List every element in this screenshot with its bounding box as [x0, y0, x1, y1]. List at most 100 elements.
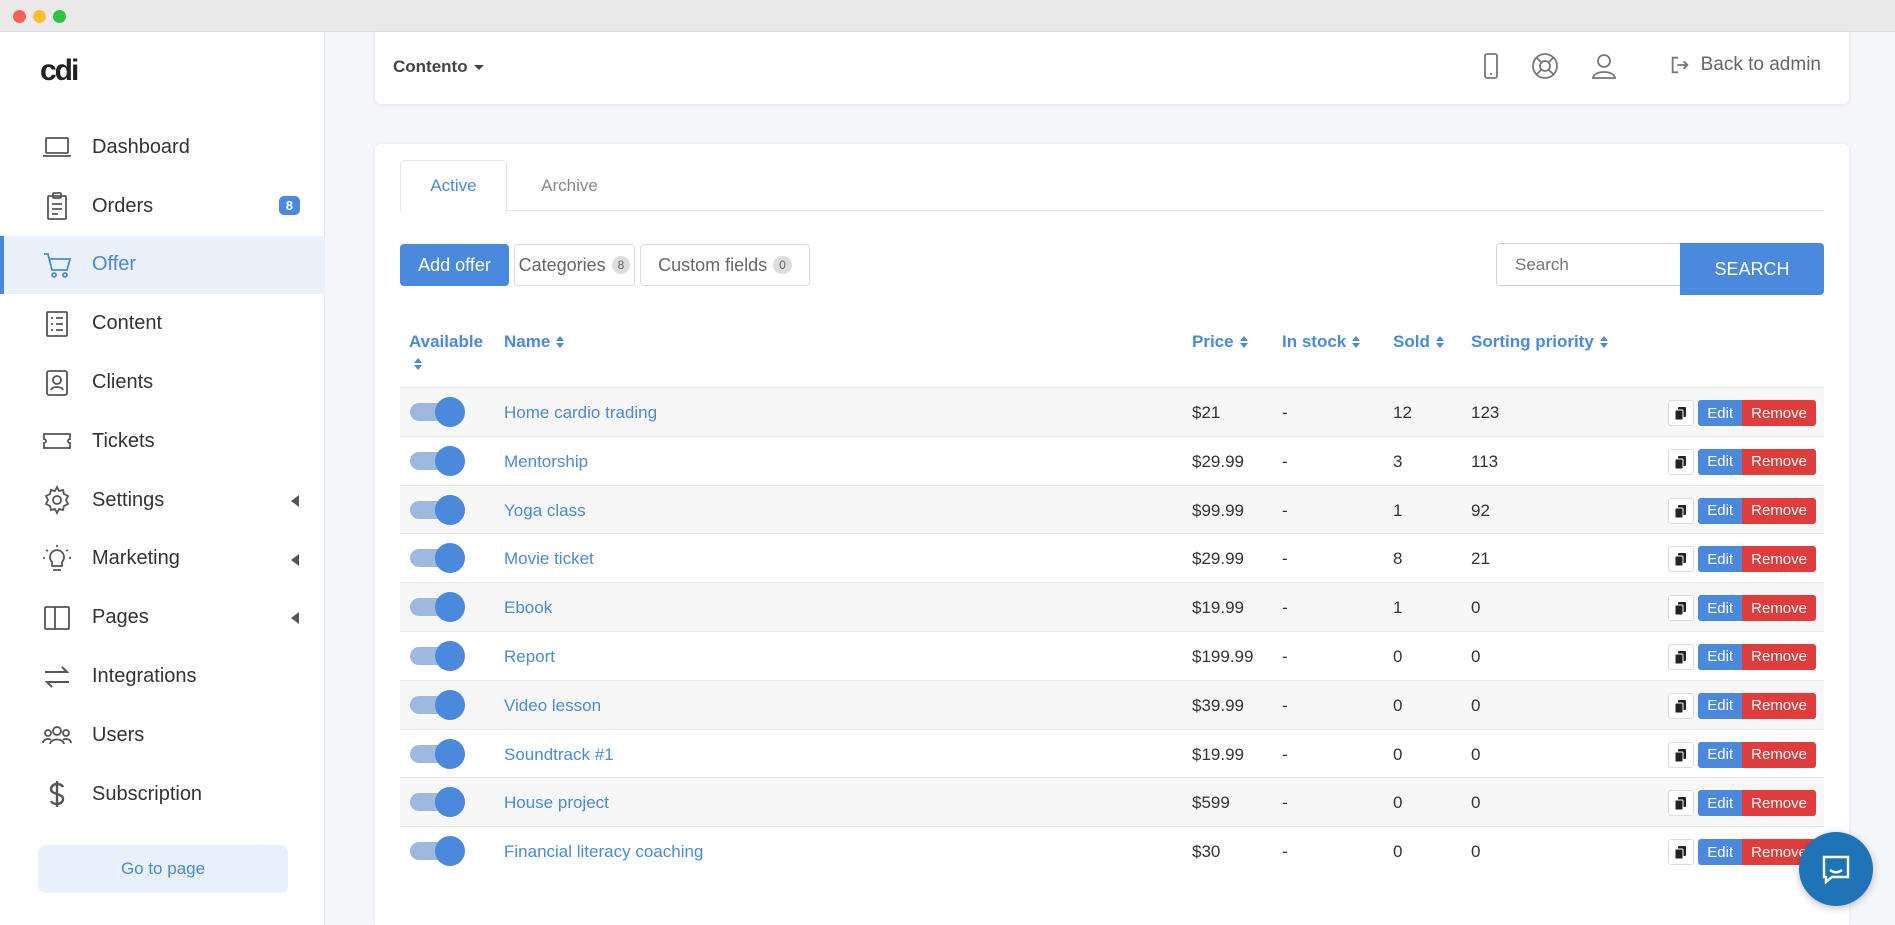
search-button[interactable]: SEARCH — [1680, 243, 1824, 295]
tab-active[interactable]: Active — [400, 160, 507, 212]
offer-priority: 92 — [1471, 500, 1490, 520]
offer-price: $39.99 — [1192, 695, 1244, 715]
offer-name-link[interactable]: Movie ticket — [504, 549, 594, 569]
remove-offer-button[interactable]: Remove — [1742, 400, 1816, 426]
remove-offer-button[interactable]: Remove — [1742, 643, 1816, 670]
available-toggle[interactable] — [410, 836, 466, 867]
offer-name-link[interactable]: Yoga class — [504, 501, 586, 521]
available-toggle[interactable] — [410, 494, 466, 525]
edit-offer-button[interactable]: Edit — [1698, 497, 1743, 524]
offer-sold: 0 — [1393, 744, 1403, 764]
remove-offer-button[interactable]: Remove — [1742, 448, 1816, 475]
remove-offer-button[interactable]: Remove — [1742, 497, 1816, 524]
column-header-price[interactable]: Price — [1192, 332, 1248, 352]
row-actions: Edit Remove — [1668, 741, 1816, 768]
maximize-window-button[interactable] — [53, 10, 66, 23]
chat-launcher-button[interactable] — [1799, 832, 1873, 906]
column-header-available[interactable]: Available — [409, 332, 483, 352]
project-selector[interactable]: Contento — [393, 57, 484, 77]
sidebar-item-integrations[interactable]: Integrations — [0, 647, 325, 706]
column-header-name[interactable]: Name — [504, 332, 565, 352]
copy-offer-button[interactable] — [1668, 643, 1695, 670]
toggle-knob — [435, 397, 465, 427]
available-toggle[interactable] — [410, 689, 466, 720]
offer-name-link[interactable]: House project — [504, 793, 609, 813]
remove-offer-button[interactable]: Remove — [1742, 741, 1816, 768]
edit-offer-button[interactable]: Edit — [1698, 595, 1743, 622]
offer-price: $19.99 — [1192, 598, 1244, 618]
copy-offer-button[interactable] — [1668, 839, 1695, 866]
search-input[interactable] — [1496, 243, 1681, 286]
sidebar-item-content[interactable]: Content — [0, 294, 325, 353]
sidebar-item-users[interactable]: Users — [0, 706, 325, 765]
offer-name-link[interactable]: Report — [504, 647, 555, 667]
column-header-sold[interactable]: Sold — [1393, 332, 1444, 352]
edit-offer-button[interactable]: Edit — [1698, 790, 1743, 817]
sidebar-item-clients[interactable]: Clients — [0, 353, 325, 412]
copy-icon — [1674, 748, 1687, 762]
copy-offer-button[interactable] — [1668, 400, 1695, 426]
sidebar-item-dashboard[interactable]: Dashboard — [0, 118, 325, 177]
tab-archive[interactable]: Archive — [507, 160, 632, 211]
remove-offer-button[interactable]: Remove — [1742, 692, 1816, 719]
sidebar: cdi Dashboard Orders 8 Offer Content Cli… — [0, 32, 325, 925]
sidebar-item-tickets[interactable]: Tickets — [0, 412, 325, 471]
mobile-preview-icon[interactable] — [1475, 50, 1507, 82]
offer-name-link[interactable]: Ebook — [504, 598, 552, 618]
available-toggle[interactable] — [410, 543, 466, 574]
remove-offer-button[interactable]: Remove — [1742, 546, 1816, 573]
edit-offer-button[interactable]: Edit — [1698, 839, 1743, 866]
categories-button[interactable]: Categories 8 — [514, 244, 635, 286]
available-toggle[interactable] — [410, 397, 466, 427]
help-lifebuoy-icon[interactable] — [1529, 50, 1561, 82]
offer-priority: 0 — [1471, 646, 1481, 666]
go-to-page-button[interactable]: Go to page — [38, 845, 288, 893]
available-toggle[interactable] — [410, 445, 466, 476]
sidebar-item-marketing[interactable]: Marketing — [0, 530, 325, 589]
available-toggle[interactable] — [410, 592, 466, 623]
copy-offer-button[interactable] — [1668, 448, 1695, 475]
offer-stock: - — [1282, 403, 1288, 422]
column-header-sorting-priority[interactable]: Sorting priority — [1471, 332, 1608, 352]
copy-offer-button[interactable] — [1668, 790, 1695, 817]
copy-offer-button[interactable] — [1668, 692, 1695, 719]
sidebar-item-offer[interactable]: Offer — [0, 235, 325, 295]
remove-offer-button[interactable]: Remove — [1742, 595, 1816, 622]
remove-offer-button[interactable]: Remove — [1742, 790, 1816, 817]
minimize-window-button[interactable] — [33, 10, 46, 23]
available-toggle[interactable] — [410, 787, 466, 818]
add-offer-button[interactable]: Add offer — [400, 244, 509, 286]
sidebar-item-orders[interactable]: Orders 8 — [0, 177, 325, 236]
sort-icon[interactable] — [414, 358, 422, 370]
sidebar-item-pages[interactable]: Pages — [0, 588, 325, 647]
sidebar-item-settings[interactable]: Settings — [0, 471, 325, 530]
edit-offer-button[interactable]: Edit — [1698, 400, 1743, 426]
offer-name-link[interactable]: Soundtrack #1 — [504, 745, 614, 765]
table-row: House project $599 - 0 0 Edit Remove — [400, 777, 1824, 827]
copy-offer-button[interactable] — [1668, 741, 1695, 768]
copy-offer-button[interactable] — [1668, 497, 1695, 524]
edit-offer-button[interactable]: Edit — [1698, 546, 1743, 573]
edit-offer-button[interactable]: Edit — [1698, 692, 1743, 719]
offer-price: $199.99 — [1192, 646, 1254, 666]
offer-name-link[interactable]: Home cardio trading — [504, 403, 657, 423]
back-to-admin-link[interactable]: Back to admin — [1669, 54, 1821, 76]
user-profile-icon[interactable] — [1588, 50, 1620, 82]
app-logo[interactable]: cdi — [40, 54, 79, 88]
edit-offer-button[interactable]: Edit — [1698, 643, 1743, 670]
edit-offer-button[interactable]: Edit — [1698, 741, 1743, 768]
column-header-in-stock[interactable]: In stock — [1282, 332, 1361, 352]
offer-name-link[interactable]: Financial literacy coaching — [504, 842, 703, 862]
copy-offer-button[interactable] — [1668, 546, 1695, 573]
copy-offer-button[interactable] — [1668, 595, 1695, 622]
available-toggle[interactable] — [410, 640, 466, 671]
close-window-button[interactable] — [13, 10, 26, 23]
chevron-left-icon — [291, 553, 299, 566]
custom-fields-button[interactable]: Custom fields 0 — [640, 244, 810, 286]
offer-name-link[interactable]: Video lesson — [504, 696, 601, 716]
edit-offer-button[interactable]: Edit — [1698, 448, 1743, 475]
copy-icon — [1674, 797, 1687, 811]
offer-name-link[interactable]: Mentorship — [504, 452, 588, 472]
available-toggle[interactable] — [410, 738, 466, 769]
sidebar-item-subscription[interactable]: Subscription — [0, 765, 325, 824]
